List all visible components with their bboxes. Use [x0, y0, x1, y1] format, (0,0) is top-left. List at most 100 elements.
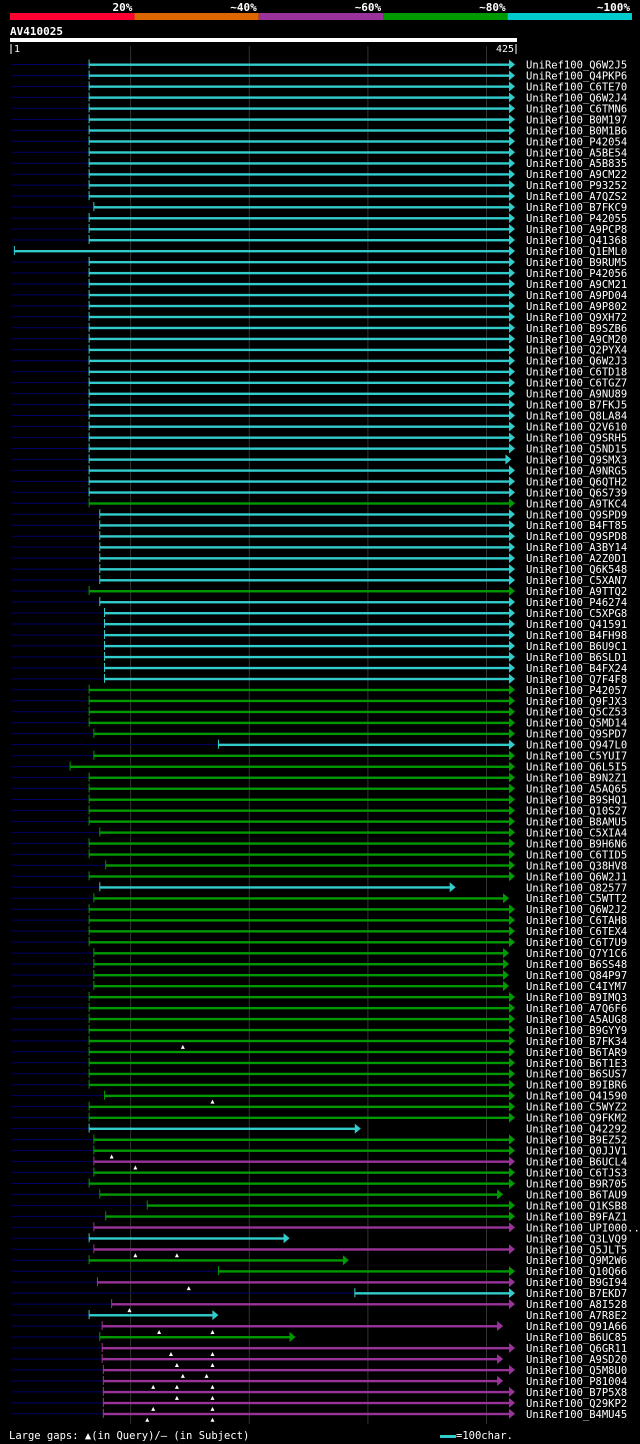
- hit-arrow-icon: [509, 717, 515, 728]
- hit-arrow-icon: [509, 1156, 515, 1167]
- hit-bar: [89, 1116, 511, 1120]
- hit-bar: [89, 1050, 511, 1054]
- hit-arrow-icon: [509, 1408, 515, 1419]
- hit-bar: [89, 96, 511, 99]
- hit-arrow-icon: [509, 1112, 515, 1123]
- hit-arrow-icon: [509, 443, 515, 454]
- hit-bar: [99, 557, 511, 560]
- hit-arrow-icon: [509, 651, 515, 662]
- hit-bar: [104, 1094, 510, 1098]
- gap-query-marker-icon: [180, 1373, 185, 1378]
- hit-arrow-icon: [509, 640, 515, 651]
- hit-bar: [89, 787, 511, 790]
- scale-bar-icon: [440, 1434, 456, 1438]
- hit-bar: [89, 359, 511, 363]
- gaps-query-label: (in Query)/: [91, 1430, 161, 1442]
- hit-arrow-icon: [509, 1200, 515, 1211]
- hit-bar: [105, 1215, 511, 1218]
- hit-arrow-icon: [509, 586, 515, 597]
- gap-subject-marker-icon: —: [160, 1430, 168, 1442]
- hit-bar: [99, 579, 511, 582]
- hit-arrow-icon: [509, 597, 515, 608]
- identity-legend-label: 20%: [113, 1, 133, 14]
- hit-bar: [89, 337, 511, 341]
- hit-arrow-icon: [509, 739, 515, 750]
- hit-bar: [89, 1039, 511, 1043]
- hit-arrow-icon: [509, 377, 515, 388]
- hit-arrow-icon: [509, 629, 515, 640]
- query-end-label: 425: [496, 44, 514, 55]
- scale-label: =100char.: [456, 1430, 513, 1442]
- hit-arrow-icon: [509, 81, 515, 92]
- gap-query-marker-icon: [174, 1253, 179, 1258]
- hit-arrow-icon: [509, 1002, 515, 1013]
- gap-query-marker-icon: [133, 1165, 138, 1170]
- hit-arrow-icon: [509, 827, 515, 838]
- hit-bar: [89, 85, 511, 88]
- hit-arrow-icon: [509, 224, 515, 235]
- hit-bar: [93, 732, 510, 736]
- identity-legend-swatch: [507, 13, 632, 20]
- hit-bar: [103, 1412, 511, 1416]
- hit-arrow-icon: [509, 103, 515, 114]
- hit-arrow-icon: [509, 180, 515, 191]
- hit-bar: [89, 776, 511, 779]
- hit-bar: [89, 688, 511, 692]
- hit-bar: [104, 622, 510, 626]
- hit-arrow-icon: [503, 970, 510, 981]
- hit-bar: [89, 239, 511, 242]
- hit-arrow-icon: [509, 706, 515, 717]
- hit-arrow-icon: [509, 158, 515, 169]
- gap-query-marker-icon: [145, 1417, 150, 1422]
- hit-arrow-icon: [509, 1211, 515, 1222]
- hit-arrow-icon: [503, 980, 510, 991]
- gap-query-marker-icon: [210, 1384, 215, 1389]
- hit-bar: [89, 162, 511, 165]
- hit-arrow-icon: [509, 344, 515, 355]
- hit-bar: [89, 118, 511, 121]
- gap-query-marker-icon: [210, 1417, 215, 1422]
- hit-arrow-icon: [497, 1375, 504, 1386]
- hit-arrow-icon: [509, 1244, 515, 1255]
- hit-arrow-icon: [509, 838, 515, 849]
- hit-bar: [93, 1171, 510, 1174]
- hit-bar: [97, 1281, 510, 1284]
- hit-arrow-icon: [509, 1299, 515, 1310]
- hit-bar: [93, 963, 505, 966]
- hit-bar: [89, 710, 511, 714]
- hit-arrow-icon: [509, 761, 515, 772]
- hit-bar: [99, 831, 511, 834]
- hit-bar: [89, 140, 511, 143]
- hit-bar: [89, 381, 511, 385]
- hit-bar: [99, 1336, 291, 1339]
- hit-bar: [89, 129, 511, 132]
- hit-bar: [93, 1149, 510, 1152]
- hit-arrow-icon: [505, 454, 512, 465]
- hit-bar: [89, 436, 511, 439]
- hit-arrow-icon: [509, 1068, 515, 1079]
- identity-legend-label: ~100%: [597, 1, 630, 14]
- scale-legend: =100char.: [440, 1429, 513, 1443]
- hit-bar: [89, 1006, 511, 1010]
- hit-arrow-icon: [509, 256, 515, 267]
- hit-arrow-icon: [509, 245, 515, 256]
- hit-arrow-icon: [509, 520, 515, 531]
- hit-arrow-icon: [342, 1255, 349, 1266]
- hit-arrow-icon: [509, 1145, 515, 1156]
- hit-bar: [89, 403, 511, 406]
- hit-arrow-icon: [509, 849, 515, 860]
- hit-bar: [89, 293, 511, 297]
- hit-bar: [89, 1314, 214, 1317]
- hit-arrow-icon: [509, 202, 515, 213]
- hit-arrow-icon: [509, 1035, 515, 1046]
- gap-query-marker-icon: [151, 1384, 156, 1389]
- hit-arrow-icon: [509, 750, 515, 761]
- hit-arrow-icon: [449, 882, 456, 893]
- gap-query-marker-icon: [174, 1384, 179, 1389]
- hit-arrow-icon: [509, 608, 515, 618]
- hit-bar: [102, 1346, 511, 1350]
- hit-bar: [89, 217, 511, 220]
- hit-arrow-icon: [497, 1189, 504, 1200]
- hit-arrow-icon: [509, 1013, 515, 1024]
- gap-query-marker-icon: [210, 1362, 215, 1367]
